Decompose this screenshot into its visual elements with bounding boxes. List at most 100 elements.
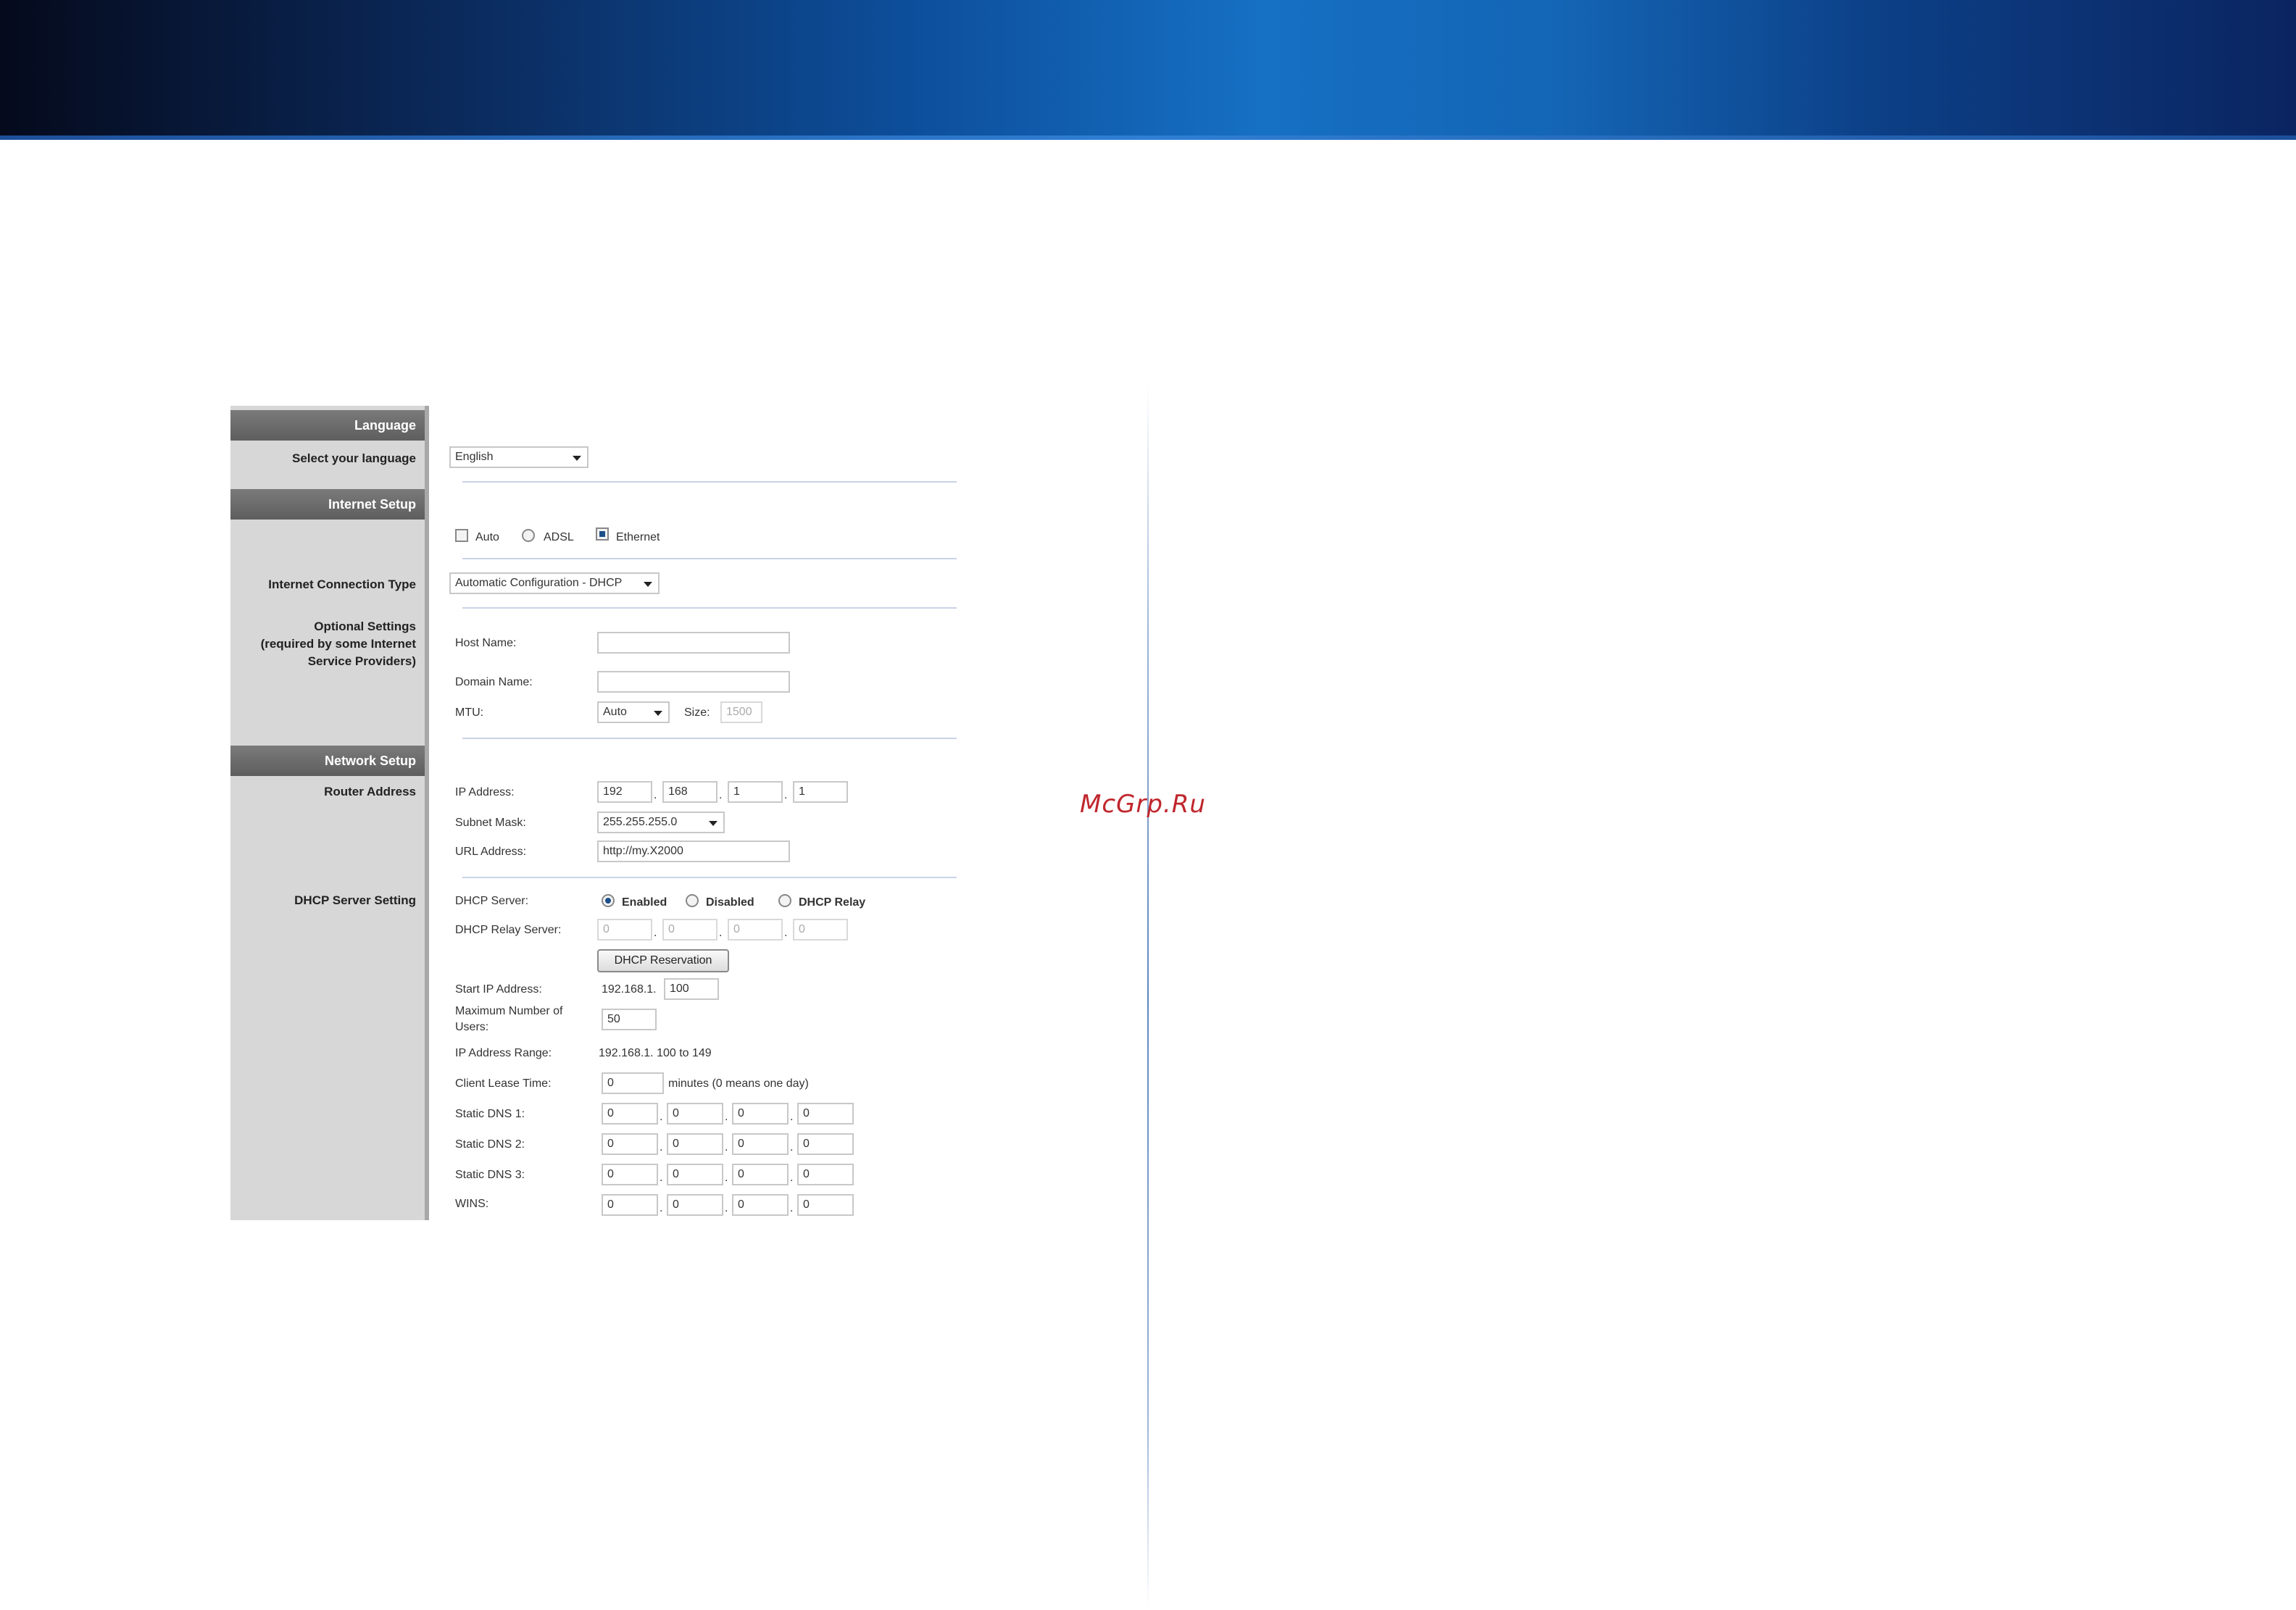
optional-settings-label-line3: Service Providers): [307, 654, 416, 668]
static-dns-3-label: Static DNS 3:: [455, 1169, 525, 1181]
separator: [462, 738, 957, 739]
wins-octet-4-input[interactable]: 0: [797, 1194, 854, 1216]
left-label-column: [230, 406, 425, 1220]
max-users-input[interactable]: 50: [602, 1009, 657, 1030]
header-banner: [0, 0, 2296, 140]
ip-range-value: 192.168.1. 100 to 149: [599, 1047, 712, 1059]
dot-separator: .: [725, 1202, 728, 1214]
dot-separator: .: [660, 1111, 663, 1123]
max-users-label-line2: Users:: [455, 1021, 489, 1033]
section-header-language: Language: [230, 410, 425, 441]
dhcp-enabled-label: Enabled: [622, 896, 667, 909]
dhcp-server-setting-label: DHCP Server Setting: [294, 893, 416, 907]
lease-time-input[interactable]: 0: [602, 1072, 664, 1094]
chevron-down-icon: [654, 711, 662, 716]
dot-separator: .: [784, 789, 788, 801]
dhcp-relay-server-label: DHCP Relay Server:: [455, 924, 562, 936]
dns1-octet-3-input[interactable]: 0: [732, 1103, 789, 1125]
optional-settings-label-line2: (required by some Internet: [260, 637, 416, 651]
relay-octet-1-input[interactable]: 0: [597, 919, 652, 940]
dns2-octet-3-input[interactable]: 0: [732, 1133, 789, 1155]
mtu-size-input[interactable]: 1500: [720, 701, 762, 723]
url-address-input[interactable]: http://my.X2000: [597, 841, 790, 862]
language-select-value: English: [455, 451, 494, 463]
dhcp-relay-label: DHCP Relay: [799, 896, 866, 909]
adsl-label: ADSL: [544, 531, 574, 543]
section-header-internet-setup: Internet Setup: [230, 489, 425, 520]
dot-separator: .: [719, 789, 723, 801]
max-users-label-line1: Maximum Number of: [455, 1005, 563, 1017]
host-name-label: Host Name:: [455, 637, 517, 649]
select-language-label: Select your language: [292, 451, 416, 465]
ip-octet-2-input[interactable]: 168: [662, 781, 718, 803]
mtu-select-value: Auto: [603, 706, 627, 718]
dot-separator: .: [719, 927, 723, 939]
language-select[interactable]: English: [449, 446, 588, 468]
dot-separator: .: [790, 1172, 794, 1184]
dns3-octet-2-input[interactable]: 0: [667, 1164, 723, 1185]
subnet-mask-label: Subnet Mask:: [455, 817, 526, 829]
lease-time-suffix: minutes (0 means one day): [668, 1077, 809, 1090]
dot-separator: .: [790, 1111, 794, 1123]
dhcp-disabled-radio[interactable]: [686, 894, 699, 907]
ip-octet-3-input[interactable]: 1: [728, 781, 783, 803]
auto-checkbox[interactable]: [455, 529, 468, 542]
subnet-mask-select[interactable]: 255.255.255.0: [597, 812, 725, 833]
dns1-octet-2-input[interactable]: 0: [667, 1103, 723, 1125]
wins-label: WINS:: [455, 1198, 489, 1210]
wins-octet-1-input[interactable]: 0: [602, 1194, 658, 1216]
dns2-octet-4-input[interactable]: 0: [797, 1133, 854, 1155]
separator: [462, 558, 957, 559]
connection-type-select[interactable]: Automatic Configuration - DHCP: [449, 572, 660, 594]
dns2-octet-1-input[interactable]: 0: [602, 1133, 658, 1155]
chevron-down-icon: [573, 456, 581, 461]
internet-connection-type-label: Internet Connection Type: [268, 577, 416, 591]
dhcp-enabled-radio[interactable]: [602, 894, 615, 907]
dns3-octet-3-input[interactable]: 0: [732, 1164, 789, 1185]
url-address-label: URL Address:: [455, 846, 527, 858]
ethernet-label: Ethernet: [616, 531, 660, 543]
relay-octet-4-input[interactable]: 0: [793, 919, 848, 940]
dns1-octet-4-input[interactable]: 0: [797, 1103, 854, 1125]
dot-separator: .: [725, 1141, 728, 1154]
dot-separator: .: [660, 1141, 663, 1154]
dns3-octet-4-input[interactable]: 0: [797, 1164, 854, 1185]
separator: [462, 481, 957, 483]
ip-octet-1-input[interactable]: 192: [597, 781, 652, 803]
ip-address-label: IP Address:: [455, 786, 515, 798]
static-dns-2-label: Static DNS 2:: [455, 1138, 525, 1151]
dns3-octet-1-input[interactable]: 0: [602, 1164, 658, 1185]
dot-separator: .: [725, 1111, 728, 1123]
static-dns-1-label: Static DNS 1:: [455, 1108, 525, 1120]
auto-label: Auto: [475, 531, 499, 543]
dhcp-relay-radio[interactable]: [778, 894, 791, 907]
relay-octet-2-input[interactable]: 0: [662, 919, 718, 940]
dns2-octet-2-input[interactable]: 0: [667, 1133, 723, 1155]
ip-octet-4-input[interactable]: 1: [793, 781, 848, 803]
ethernet-checkbox[interactable]: [596, 527, 609, 541]
wins-octet-2-input[interactable]: 0: [667, 1194, 723, 1216]
wins-octet-3-input[interactable]: 0: [732, 1194, 789, 1216]
dot-separator: .: [725, 1172, 728, 1184]
host-name-input[interactable]: [597, 632, 790, 654]
dot-separator: .: [654, 789, 657, 801]
chevron-down-icon: [644, 582, 652, 587]
dns1-octet-1-input[interactable]: 0: [602, 1103, 658, 1125]
dhcp-reservation-button[interactable]: DHCP Reservation: [597, 949, 729, 972]
relay-octet-3-input[interactable]: 0: [728, 919, 783, 940]
dot-separator: .: [790, 1202, 794, 1214]
mtu-label: MTU:: [455, 706, 484, 719]
dot-separator: .: [660, 1172, 663, 1184]
mtu-select[interactable]: Auto: [597, 701, 670, 723]
mtu-size-label: Size:: [684, 706, 710, 719]
domain-name-input[interactable]: [597, 671, 790, 693]
router-address-label: Router Address: [324, 785, 416, 798]
dhcp-disabled-label: Disabled: [706, 896, 754, 909]
subnet-mask-value: 255.255.255.0: [603, 816, 678, 828]
ip-range-label: IP Address Range:: [455, 1047, 552, 1059]
adsl-radio[interactable]: [522, 529, 535, 542]
start-ip-input[interactable]: 100: [664, 978, 719, 1000]
optional-settings-label-line1: Optional Settings: [314, 620, 416, 633]
separator: [462, 607, 957, 609]
watermark-text: McGrp.Ru: [1080, 790, 1206, 819]
